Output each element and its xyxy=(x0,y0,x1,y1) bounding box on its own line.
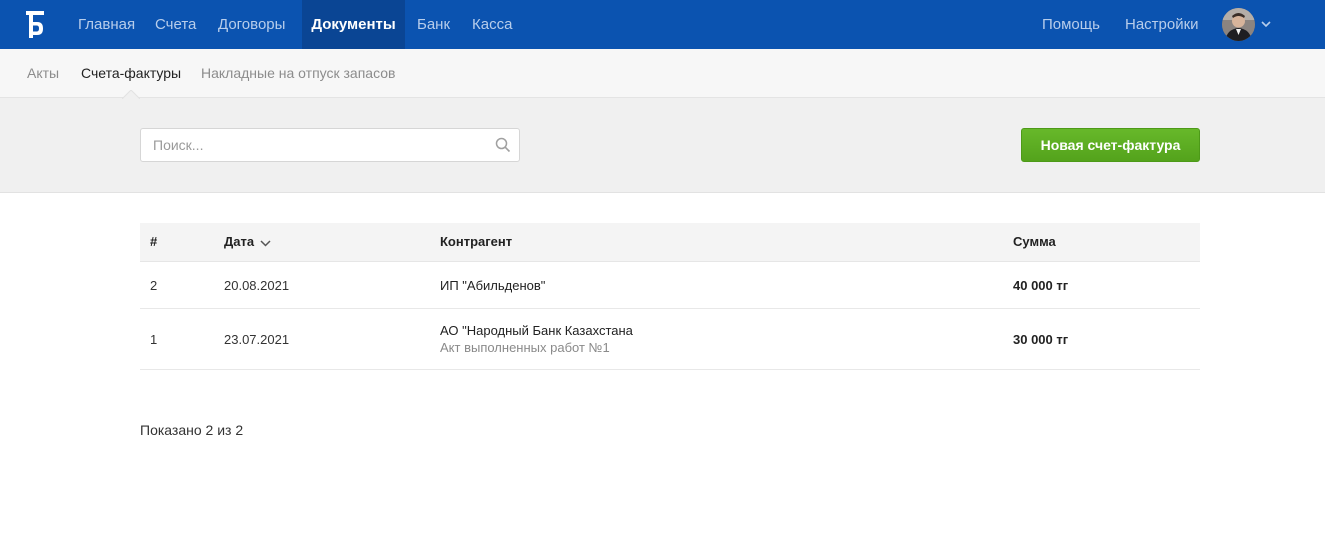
nav-contracts[interactable]: Договоры xyxy=(218,0,285,49)
nav-accounts[interactable]: Счета xyxy=(155,0,196,49)
subnav-acts[interactable]: Акты xyxy=(27,49,59,97)
chevron-down-icon[interactable] xyxy=(1260,18,1272,30)
row-counterparty[interactable]: АО "Народный Банк Казахстана xyxy=(440,323,633,338)
row-date: 20.08.2021 xyxy=(224,278,290,293)
column-date[interactable]: Дата xyxy=(224,223,271,261)
invoices-table: # Дата Контрагент Сумма 2 20.08.2021 ИП … xyxy=(140,223,1200,370)
table-row[interactable]: 2 20.08.2021 ИП "Абильденов" 40 000 тг xyxy=(140,262,1200,309)
row-counterparty[interactable]: ИП "Абильденов" xyxy=(440,278,545,293)
table-row[interactable]: 1 23.07.2021 АО "Народный Банк Казахстан… xyxy=(140,309,1200,370)
documents-subnav: Акты Счета-фактуры Накладные на отпуск з… xyxy=(0,49,1325,98)
row-sum: 30 000 тг xyxy=(1013,332,1069,347)
search-icon[interactable] xyxy=(495,137,511,153)
column-number: # xyxy=(150,234,158,249)
sort-chevron-down-icon[interactable] xyxy=(260,239,271,247)
user-avatar[interactable] xyxy=(1222,8,1255,41)
row-date: 23.07.2021 xyxy=(224,332,290,347)
row-number: 2 xyxy=(150,278,158,293)
table-header: # Дата Контрагент Сумма xyxy=(140,223,1200,262)
nav-help[interactable]: Помощь xyxy=(1042,0,1100,49)
row-number: 1 xyxy=(150,332,158,347)
nav-home[interactable]: Главная xyxy=(78,0,135,49)
column-counterparty: Контрагент xyxy=(440,234,513,249)
row-sum: 40 000 тг xyxy=(1013,278,1069,293)
nav-bank[interactable]: Банк xyxy=(417,0,450,49)
subnav-waybills[interactable]: Накладные на отпуск запасов xyxy=(201,49,395,97)
toolbar-band: Новая счет-фактура xyxy=(0,98,1325,193)
nav-cash[interactable]: Касса xyxy=(472,0,512,49)
column-date-label: Дата xyxy=(224,234,255,249)
new-invoice-button[interactable]: Новая счет-фактура xyxy=(1021,128,1200,162)
pagination-summary: Показано 2 из 2 xyxy=(140,422,244,438)
avatar-photo xyxy=(1222,8,1255,41)
nav-settings[interactable]: Настройки xyxy=(1125,0,1199,49)
logo-b-icon[interactable] xyxy=(26,11,44,38)
active-subnav-pointer xyxy=(122,90,140,99)
column-sum: Сумма xyxy=(1013,234,1056,249)
top-navigation-bar: Главная Счета Договоры Документы Банк Ка… xyxy=(0,0,1325,49)
search-box xyxy=(140,128,520,162)
nav-documents[interactable]: Документы xyxy=(302,0,405,49)
row-note: Акт выполненных работ №1 xyxy=(440,340,610,355)
search-input[interactable] xyxy=(141,129,481,161)
